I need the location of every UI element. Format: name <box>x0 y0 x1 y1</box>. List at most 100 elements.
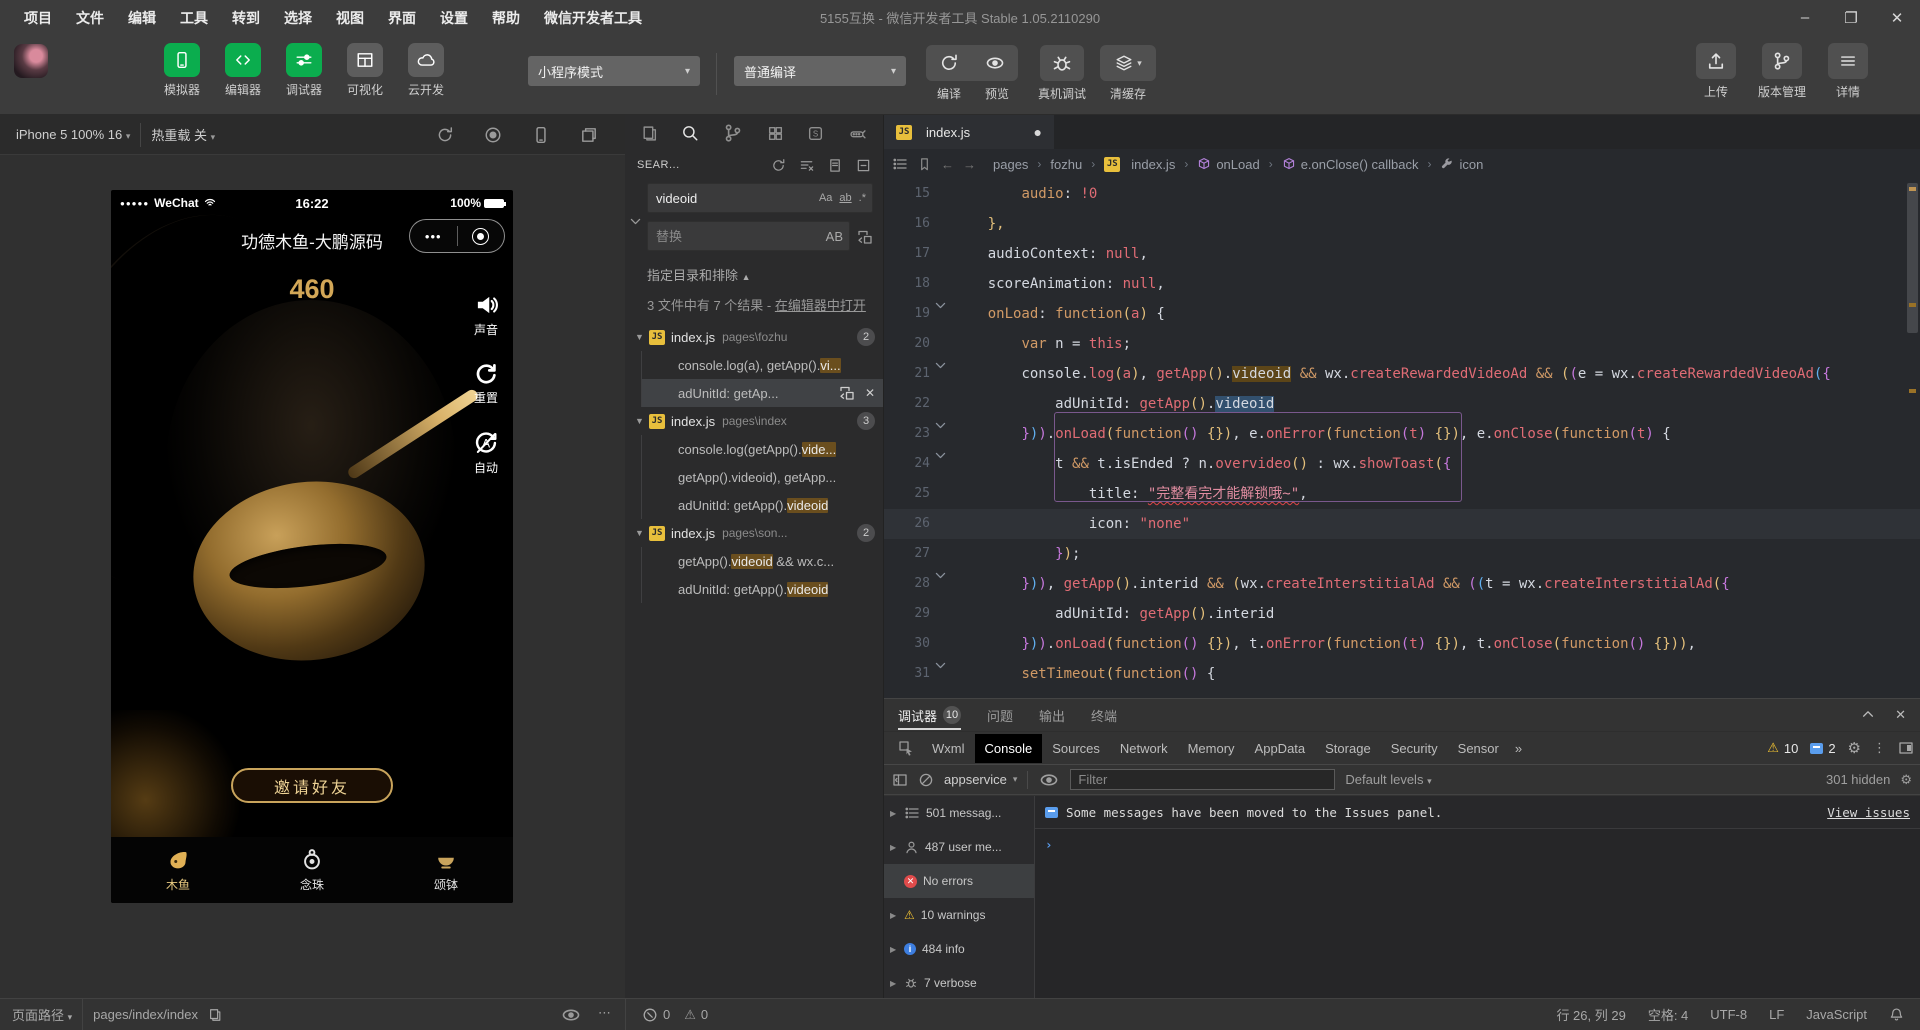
invite-friends-button[interactable]: 邀请好友 <box>231 768 393 803</box>
code-line[interactable]: 23 })).onLoad(function() {}), e.onError(… <box>884 419 1920 449</box>
more-button[interactable]: ••• <box>410 220 457 252</box>
toggle-云开发[interactable]: 云开发 <box>400 43 452 98</box>
重置-button[interactable]: 重置 <box>473 362 499 406</box>
copy-path-icon[interactable] <box>208 1008 222 1022</box>
editor-scrollbar[interactable] <box>1907 181 1918 696</box>
toggle-可视化[interactable]: 可视化 <box>339 43 391 98</box>
dock-side-icon[interactable] <box>1898 740 1914 756</box>
menu-工具[interactable]: 工具 <box>170 4 218 32</box>
whale-icon[interactable] <box>848 125 867 142</box>
result-match-row[interactable]: adUnitId: getApp().videoid <box>642 575 883 603</box>
menu-微信开发者工具[interactable]: 微信开发者工具 <box>534 4 652 32</box>
preview-button[interactable] <box>972 45 1018 81</box>
breadcrumb-item[interactable]: e.onClose() callback <box>1282 157 1419 172</box>
console-filter-user[interactable]: ▶487 user me... <box>884 830 1034 864</box>
code-line[interactable]: 18 scoreAnimation: null, <box>884 269 1920 299</box>
menu-编辑[interactable]: 编辑 <box>118 4 166 32</box>
code-line[interactable]: 31 setTimeout(function() { <box>884 659 1920 689</box>
close-panel-icon[interactable]: ✕ <box>1895 707 1906 723</box>
fold-chevron-icon[interactable] <box>934 449 948 462</box>
record-icon[interactable] <box>484 126 502 144</box>
page-path-select[interactable]: 页面路径 ▾ <box>12 1005 72 1024</box>
indentation[interactable]: 空格: 4 <box>1648 1005 1688 1024</box>
breadcrumb-item[interactable]: onLoad <box>1197 157 1259 172</box>
result-file-row[interactable]: ▼JSindex.jspages\index3 <box>625 407 883 435</box>
menu-视图[interactable]: 视图 <box>326 4 374 32</box>
panel-tab-输出[interactable]: 输出 <box>1039 699 1065 731</box>
replace-all-icon[interactable] <box>857 229 873 245</box>
result-match-row[interactable]: console.log(a), getApp().vi... <box>642 351 883 379</box>
devtools-tab-Storage[interactable]: Storage <box>1315 734 1381 763</box>
code-line[interactable]: 28 })), getApp().interid && (wx.createIn… <box>884 569 1920 599</box>
result-match-row[interactable]: adUnitId: getAp...✕ <box>642 379 883 407</box>
context-select[interactable]: appservice▾ <box>944 772 1017 787</box>
twistie-icon[interactable]: ▼ <box>635 416 649 426</box>
fold-chevron-icon[interactable] <box>934 359 948 372</box>
cursor-position[interactable]: 行 26, 列 29 <box>1556 1005 1625 1024</box>
code-line[interactable]: 20 var n = this; <box>884 329 1920 359</box>
devtools-menu-icon[interactable]: ⋮ <box>1873 740 1886 756</box>
toggle-replace-icon[interactable] <box>629 215 642 228</box>
console-sidebar-toggle-icon[interactable] <box>892 772 908 788</box>
inspect-element-icon[interactable] <box>898 740 914 756</box>
language-mode[interactable]: JavaScript <box>1806 1007 1867 1022</box>
breadcrumb-item[interactable]: pages <box>993 157 1028 172</box>
clear-console-icon[interactable] <box>918 772 934 788</box>
search-icon[interactable] <box>681 124 699 142</box>
devtools-settings-gear-icon[interactable]: ⚙ <box>1848 739 1861 757</box>
multi-window-icon[interactable] <box>580 126 598 144</box>
remote-debug-button[interactable] <box>1040 45 1084 81</box>
toggle-调试器[interactable]: 调试器 <box>278 43 330 98</box>
上传-button[interactable]: 上传 <box>1696 43 1736 100</box>
声音-button[interactable]: 声音 <box>473 292 499 338</box>
result-match-row[interactable]: getApp().videoid && wx.c... <box>642 547 883 575</box>
encoding[interactable]: UTF-8 <box>1710 1007 1747 1022</box>
exit-button[interactable] <box>458 220 505 252</box>
result-match-row[interactable]: adUnitId: getApp().videoid <box>642 491 883 519</box>
mode-select[interactable]: 小程序模式▾ <box>528 56 700 86</box>
clear-results-icon[interactable] <box>799 158 815 173</box>
phone-tab-木鱼[interactable]: 木鱼 <box>111 837 245 903</box>
menu-界面[interactable]: 界面 <box>378 4 426 32</box>
user-avatar[interactable] <box>14 44 48 78</box>
live-expression-eye-icon[interactable] <box>1038 770 1060 790</box>
code-line[interactable]: 22 adUnitId: getApp().videoid <box>884 389 1920 419</box>
device-select[interactable]: iPhone 5 100% 16 ▾ <box>0 127 140 142</box>
code-line[interactable]: 16 }, <box>884 209 1920 239</box>
code-line[interactable]: 30 })).onLoad(function() {}), t.onError(… <box>884 629 1920 659</box>
menu-项目[interactable]: 项目 <box>14 4 62 32</box>
code-line[interactable]: 25 title: "完整看完才能解锁哦~", <box>884 479 1920 509</box>
devtools-tab-Console[interactable]: Console <box>975 734 1043 763</box>
blocks-icon[interactable] <box>767 125 784 142</box>
code-line[interactable]: 26 icon: "none" <box>884 509 1920 539</box>
fold-chevron-icon[interactable] <box>934 569 948 582</box>
console-filter-verbose[interactable]: ▶7 verbose <box>884 966 1034 1000</box>
result-match-row[interactable]: getApp().videoid), getApp... <box>642 463 883 491</box>
code-line[interactable]: 24 t && t.isEnded ? n.overvideo() : wx.s… <box>884 449 1920 479</box>
toggle-模拟器[interactable]: 模拟器 <box>156 43 208 98</box>
panel-tab-调试器[interactable]: 调试器10 <box>898 699 961 731</box>
open-in-editor-link[interactable]: 在编辑器中打开 <box>775 298 866 313</box>
branch-icon[interactable] <box>723 123 743 143</box>
refresh-search-icon[interactable] <box>771 158 786 173</box>
more-tabs-icon[interactable]: » <box>1515 741 1522 756</box>
toggle-编辑器[interactable]: 编辑器 <box>217 43 269 98</box>
code-line[interactable]: 21 console.log(a), getApp().videoid && w… <box>884 359 1920 389</box>
breadcrumb-item[interactable]: icon <box>1440 157 1483 172</box>
twistie-icon[interactable]: ▼ <box>635 332 649 342</box>
console-filter-info[interactable]: ▶i484 info <box>884 932 1034 966</box>
whole-word-toggle[interactable]: ab <box>839 192 851 204</box>
console-filter-input[interactable] <box>1078 772 1327 787</box>
自动-button[interactable]: A自动 <box>473 430 499 476</box>
eol[interactable]: LF <box>1769 1007 1784 1022</box>
collapse-all-icon[interactable] <box>856 158 871 173</box>
files-icon[interactable] <box>641 125 658 142</box>
regex-toggle[interactable]: .* <box>859 192 866 204</box>
console-filter-error[interactable]: ✕No errors <box>884 864 1034 898</box>
devtools-tab-Sensor[interactable]: Sensor <box>1448 734 1509 763</box>
fold-chevron-icon[interactable] <box>934 299 948 312</box>
maximize-button[interactable]: ❐ <box>1828 0 1874 35</box>
replace-input[interactable] <box>656 229 819 244</box>
log-levels-select[interactable]: Default levels ▾ <box>1345 772 1431 787</box>
minimize-button[interactable]: – <box>1782 0 1828 35</box>
